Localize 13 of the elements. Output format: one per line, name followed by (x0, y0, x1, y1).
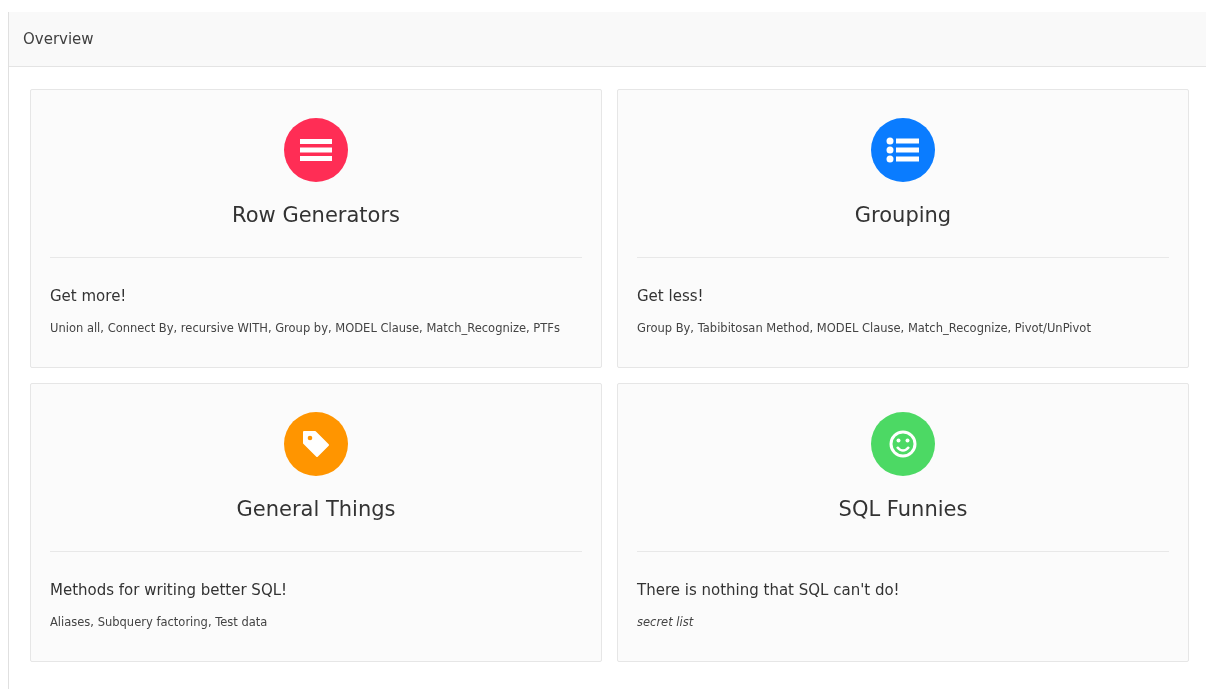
card-detail: Union all, Connect By, recursive WITH, Group by, MODEL Clause, Match_Recognize, PTFs (50, 321, 561, 335)
card-detail: secret list (637, 615, 695, 629)
card-subtitle: There is nothing that SQL can't do! (637, 581, 901, 599)
card-title: Row Generators (232, 203, 400, 227)
card-subtitle: Get more! (50, 287, 128, 305)
card-title: SQL Funnies (838, 497, 968, 521)
card-subtitle: Get less! (637, 287, 705, 305)
card-detail: Group By, Tabibitosan Method, MODEL Clause, Match_Recognize, Pivot/UnPivot (637, 321, 1092, 335)
region-title: Overview (23, 30, 94, 48)
card-detail: Aliases, Subquery factoring, Test data (50, 615, 269, 629)
card-title: Grouping (854, 203, 952, 227)
card-title: General Things (236, 497, 396, 521)
card-subtitle: Methods for writing better SQL! (50, 581, 289, 599)
